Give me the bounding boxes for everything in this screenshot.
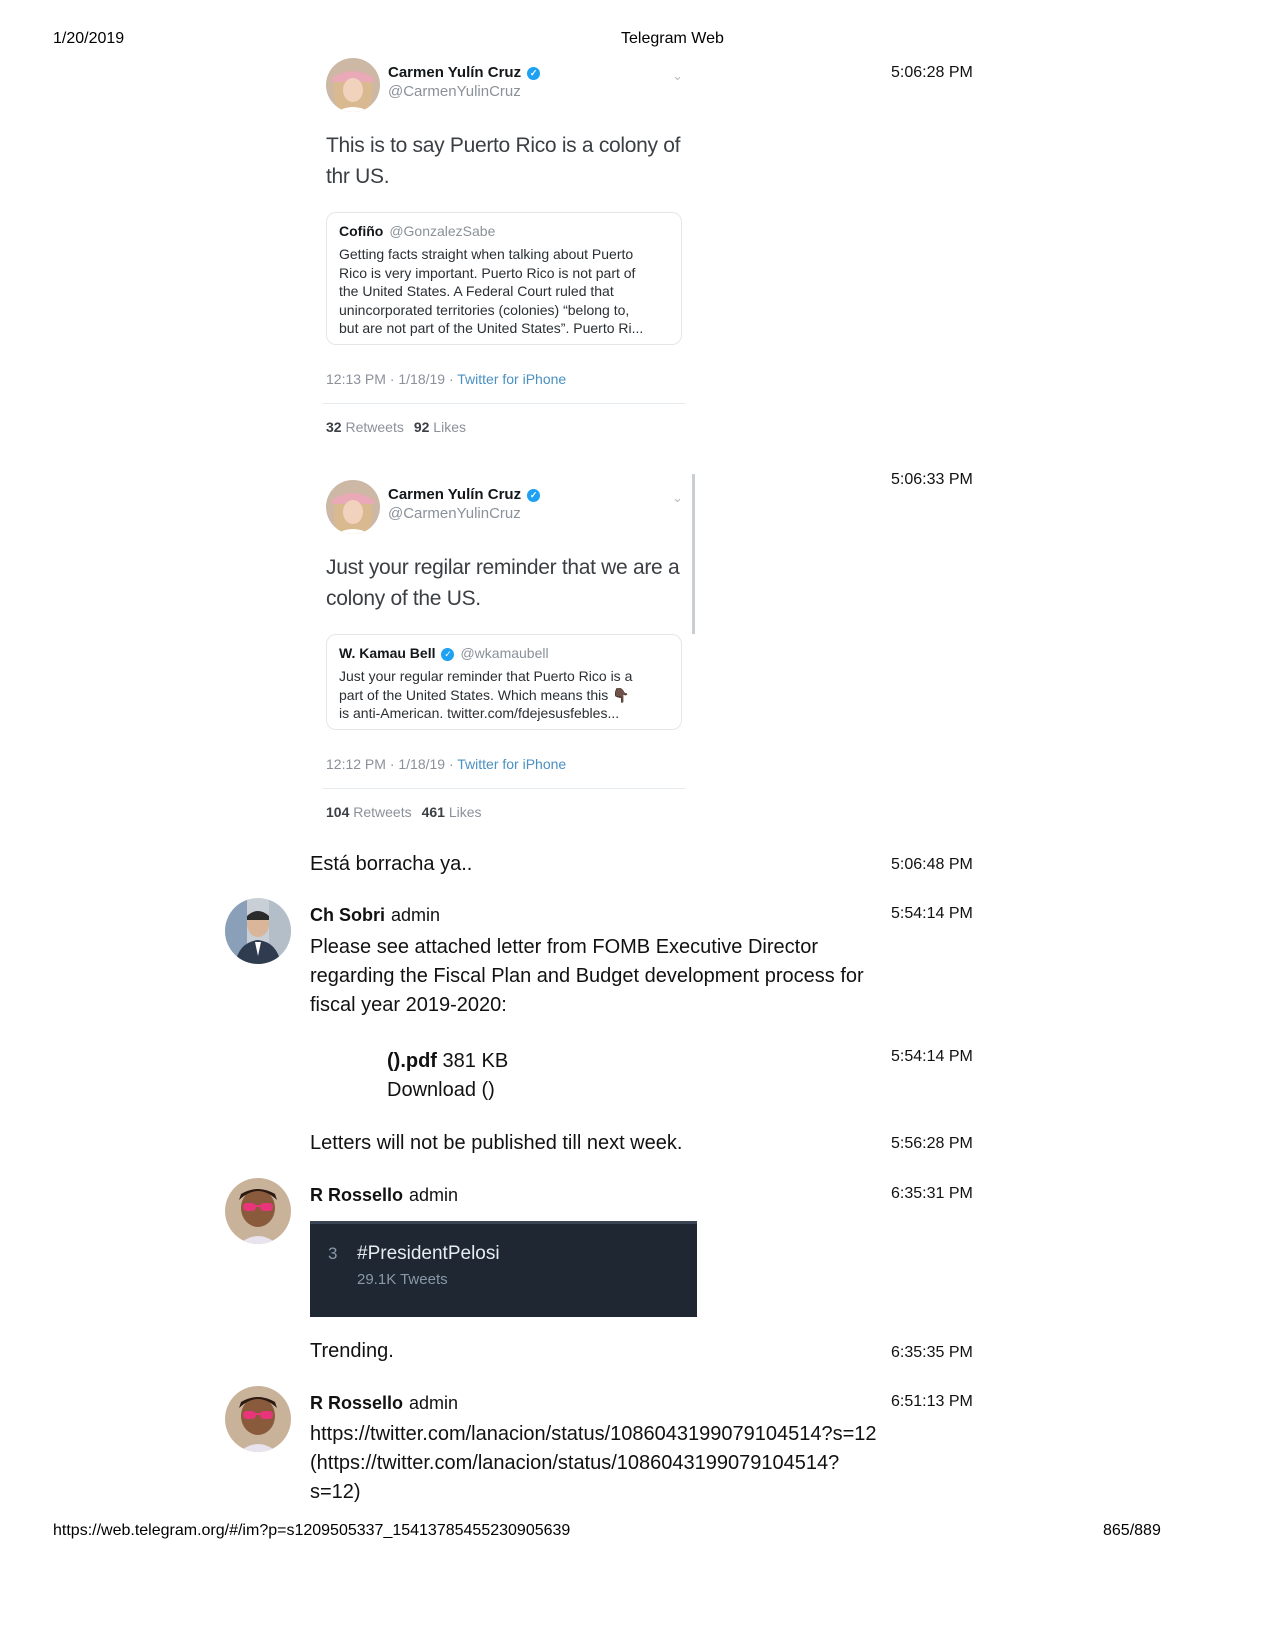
quoted-author-handle: @wkamaubell [460,645,549,661]
tweet-meta: 12:13 PM · 1/18/19 · Twitter for iPhone [326,371,567,387]
sender-role: admin [409,1393,459,1413]
trend-hashtag: #PresidentPelosi [357,1243,500,1264]
print-date: 1/20/2019 [53,30,125,47]
tweet-source-link: Twitter for iPhone [457,756,567,772]
download-link[interactable]: Download () [387,1076,508,1105]
message-time: 5:06:48 PM [891,856,973,873]
tweet-author-handle: @CarmenYulinCruz [388,83,521,100]
message-sender: R Rossello admin [310,1185,458,1206]
sender-name[interactable]: R Rossello [310,1185,403,1205]
print-url: https://web.telegram.org/#/im?p=s1209505… [53,1522,571,1539]
trend-rank: 3 [328,1244,338,1263]
avatar[interactable] [225,1386,291,1452]
message-time: 6:35:31 PM [891,1185,973,1202]
tweet-author-avatar [326,480,380,534]
tweet-screenshot-1: Carmen Yulín Cruz ✓ @CarmenYulinCruz ⌄ Th… [322,58,706,448]
message-sender: Ch Sobri admin [310,905,440,926]
quoted-tweet-text: Just your regular reminder that Puerto R… [339,668,633,721]
tweet-source-link: Twitter for iPhone [457,371,567,387]
tweet-author-name: Carmen Yulín Cruz ✓ [388,64,541,81]
tweet-stats: 32 Retweets 92 Likes [326,419,466,435]
trend-tweet-count: 29.1K Tweets [357,1271,448,1288]
message-time: 5:56:28 PM [891,1135,973,1152]
tweet-divider [322,403,686,404]
file-name[interactable]: ().pdf [387,1050,437,1072]
message-time: 6:35:35 PM [891,1344,973,1361]
sender-role: admin [391,905,441,925]
print-page-number: 865/889 [1103,1522,1161,1539]
message-text: Please see attached letter from FOMB Exe… [310,936,864,1016]
quoted-author-name: W. Kamau Bell [339,645,436,661]
quoted-tweet: Cofiño @GonzalezSabe Getting facts straig… [326,212,682,345]
verified-badge-icon: ✓ [441,648,455,661]
message-text: Está borracha ya.. [310,853,473,875]
chevron-down-icon: ⌄ [672,490,683,505]
sender-name[interactable]: Ch Sobri [310,905,385,925]
message-sender: R Rossello admin [310,1393,458,1414]
message-link[interactable]: https://twitter.com/lanacion/status/1086… [310,1420,890,1507]
message-time: 6:51:13 PM [891,1393,973,1410]
quoted-tweet-text: Getting facts straight when talking abou… [339,246,644,336]
quoted-author-name: Cofiño [339,223,384,239]
quoted-tweet: W. Kamau Bell ✓ @wkamaubell Just your regu… [326,634,682,730]
file-attachment: ().pdf 381 KB Download () [387,1047,508,1105]
message-time: 5:54:14 PM [891,1048,973,1065]
file-size: 381 KB [442,1050,509,1072]
tweet-author-handle: @CarmenYulinCruz [388,505,521,522]
tweet-author-name: Carmen Yulín Cruz ✓ [388,486,541,503]
verified-badge-icon: ✓ [527,489,541,502]
print-page-title: Telegram Web [621,30,724,47]
tweet-body: Just your regilar reminder that we are a… [326,556,680,610]
chevron-down-icon: ⌄ [672,68,683,83]
message-text: Trending. [310,1340,394,1362]
message-time: 5:06:28 PM [891,64,973,81]
sender-role: admin [409,1185,459,1205]
message-time: 5:54:14 PM [891,905,973,922]
message-text: Letters will not be published till next … [310,1132,683,1154]
tweet-author-avatar [326,58,380,112]
sender-name[interactable]: R Rossello [310,1393,403,1413]
tweet-stats: 104 Retweets 461 Likes [326,804,482,820]
trending-screenshot[interactable]: 3 #PresidentPelosi 29.1K Tweets [310,1221,697,1317]
tweet-meta: 12:12 PM · 1/18/19 · Twitter for iPhone [326,756,567,772]
tweet-body: This is to say Puerto Rico is a colony o… [326,134,681,188]
avatar[interactable] [225,1178,291,1244]
avatar[interactable] [225,898,291,964]
verified-badge-icon: ✓ [527,67,541,80]
tweet-screenshot-2: Carmen Yulín Cruz ✓ @CarmenYulinCruz ⌄ Ju… [322,480,706,830]
quoted-author-handle: @GonzalezSabe [389,223,496,239]
message-time: 5:06:33 PM [891,471,973,488]
tweet-divider [322,788,686,789]
